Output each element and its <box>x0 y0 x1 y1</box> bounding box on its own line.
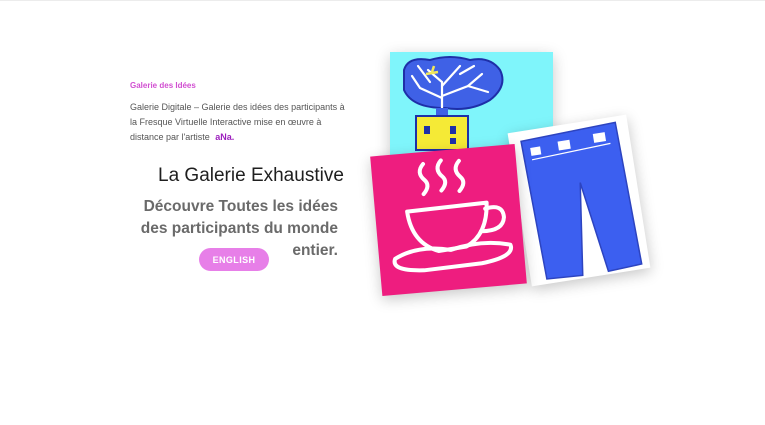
hero-description: Galerie Digitale – Galerie des idées des… <box>130 100 345 145</box>
section-eyebrow: Galerie des Idées <box>130 81 196 90</box>
description-text: Galerie Digitale – Galerie des idées des… <box>130 102 345 142</box>
coffee-cup-drawing-image <box>392 158 514 273</box>
jeans-drawing-card <box>507 114 651 287</box>
artist-link[interactable]: aNa. <box>215 132 234 142</box>
coffee-cup-drawing-card <box>370 143 527 297</box>
jeans-drawing-image <box>520 121 643 280</box>
page-title: La Galerie Exhaustive <box>158 165 344 186</box>
english-button[interactable]: ENGLISH <box>199 248 269 271</box>
